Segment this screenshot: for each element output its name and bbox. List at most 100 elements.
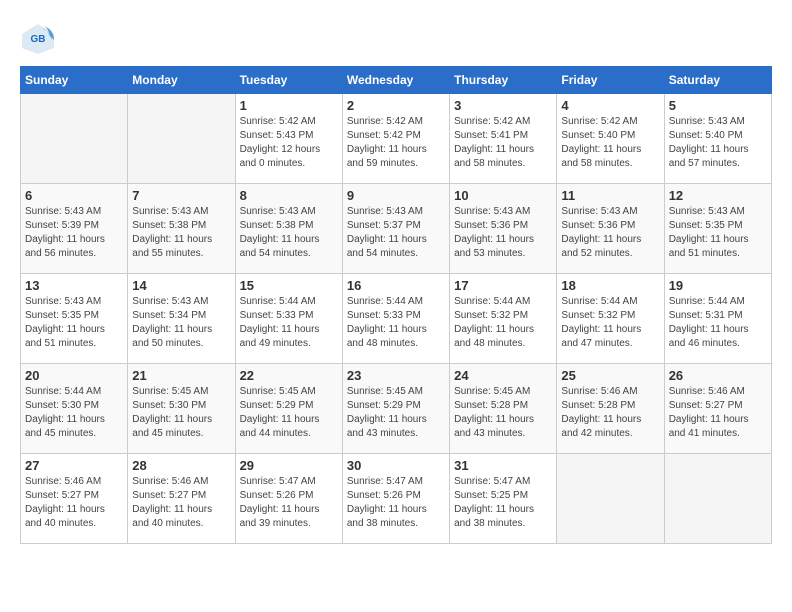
calendar-cell: 1 Sunrise: 5:42 AM Sunset: 5:43 PM Daylig…	[235, 94, 342, 184]
day-number: 30	[347, 458, 445, 473]
day-info: Sunrise: 5:44 AM Sunset: 5:33 PM Dayligh…	[240, 295, 338, 351]
day-number: 6	[25, 188, 123, 203]
day-info: Sunrise: 5:43 AM Sunset: 5:35 PM Dayligh…	[25, 295, 123, 351]
day-info: Sunrise: 5:43 AM Sunset: 5:35 PM Dayligh…	[669, 205, 767, 261]
day-number: 4	[561, 98, 659, 113]
header-friday: Friday	[557, 67, 664, 94]
day-number: 7	[132, 188, 230, 203]
page-header: GB	[20, 20, 772, 56]
day-info: Sunrise: 5:47 AM Sunset: 5:26 PM Dayligh…	[347, 475, 445, 531]
day-info: Sunrise: 5:43 AM Sunset: 5:38 PM Dayligh…	[132, 205, 230, 261]
day-info: Sunrise: 5:46 AM Sunset: 5:27 PM Dayligh…	[132, 475, 230, 531]
day-info: Sunrise: 5:46 AM Sunset: 5:27 PM Dayligh…	[25, 475, 123, 531]
week-row-4: 27 Sunrise: 5:46 AM Sunset: 5:27 PM Dayli…	[21, 454, 772, 544]
svg-text:GB: GB	[31, 34, 46, 45]
week-row-1: 6 Sunrise: 5:43 AM Sunset: 5:39 PM Daylig…	[21, 184, 772, 274]
day-number: 1	[240, 98, 338, 113]
calendar-cell: 6 Sunrise: 5:43 AM Sunset: 5:39 PM Daylig…	[21, 184, 128, 274]
logo-icon: GB	[20, 20, 56, 56]
calendar-cell: 22 Sunrise: 5:45 AM Sunset: 5:29 PM Dayli…	[235, 364, 342, 454]
header-thursday: Thursday	[450, 67, 557, 94]
day-number: 16	[347, 278, 445, 293]
day-info: Sunrise: 5:44 AM Sunset: 5:30 PM Dayligh…	[25, 385, 123, 441]
calendar-cell	[664, 454, 771, 544]
day-number: 29	[240, 458, 338, 473]
day-info: Sunrise: 5:43 AM Sunset: 5:34 PM Dayligh…	[132, 295, 230, 351]
calendar-cell: 30 Sunrise: 5:47 AM Sunset: 5:26 PM Dayli…	[342, 454, 449, 544]
calendar-cell: 25Sunrise: 5:46 AM Sunset: 5:28 PM Dayli…	[557, 364, 664, 454]
calendar-cell: 2Sunrise: 5:42 AM Sunset: 5:42 PM Daylig…	[342, 94, 449, 184]
day-info: Sunrise: 5:43 AM Sunset: 5:40 PM Dayligh…	[669, 115, 767, 171]
calendar-cell: 20 Sunrise: 5:44 AM Sunset: 5:30 PM Dayli…	[21, 364, 128, 454]
day-info: Sunrise: 5:45 AM Sunset: 5:30 PM Dayligh…	[132, 385, 230, 441]
calendar-cell: 4 Sunrise: 5:42 AM Sunset: 5:40 PM Daylig…	[557, 94, 664, 184]
header-sunday: Sunday	[21, 67, 128, 94]
day-info: Sunrise: 5:44 AM Sunset: 5:31 PM Dayligh…	[669, 295, 767, 351]
calendar-cell: 13 Sunrise: 5:43 AM Sunset: 5:35 PM Dayli…	[21, 274, 128, 364]
day-number: 20	[25, 368, 123, 383]
day-number: 28	[132, 458, 230, 473]
day-info: Sunrise: 5:47 AM Sunset: 5:26 PM Dayligh…	[240, 475, 338, 531]
day-info: Sunrise: 5:45 AM Sunset: 5:29 PM Dayligh…	[240, 385, 338, 441]
day-number: 22	[240, 368, 338, 383]
calendar-cell: 28 Sunrise: 5:46 AM Sunset: 5:27 PM Dayli…	[128, 454, 235, 544]
calendar-cell: 10 Sunrise: 5:43 AM Sunset: 5:36 PM Dayli…	[450, 184, 557, 274]
header-tuesday: Tuesday	[235, 67, 342, 94]
day-info: Sunrise: 5:43 AM Sunset: 5:36 PM Dayligh…	[454, 205, 552, 261]
calendar-cell: 18Sunrise: 5:44 AM Sunset: 5:32 PM Dayli…	[557, 274, 664, 364]
day-info: Sunrise: 5:42 AM Sunset: 5:40 PM Dayligh…	[561, 115, 659, 171]
day-info: Sunrise: 5:44 AM Sunset: 5:33 PM Dayligh…	[347, 295, 445, 351]
day-info: Sunrise: 5:42 AM Sunset: 5:42 PM Dayligh…	[347, 115, 445, 171]
day-info: Sunrise: 5:45 AM Sunset: 5:28 PM Dayligh…	[454, 385, 552, 441]
calendar-cell: 7 Sunrise: 5:43 AM Sunset: 5:38 PM Daylig…	[128, 184, 235, 274]
day-number: 13	[25, 278, 123, 293]
calendar-cell: 26 Sunrise: 5:46 AM Sunset: 5:27 PM Dayli…	[664, 364, 771, 454]
week-row-2: 13 Sunrise: 5:43 AM Sunset: 5:35 PM Dayli…	[21, 274, 772, 364]
header-wednesday: Wednesday	[342, 67, 449, 94]
day-number: 26	[669, 368, 767, 383]
day-number: 25	[561, 368, 659, 383]
day-info: Sunrise: 5:42 AM Sunset: 5:41 PM Dayligh…	[454, 115, 552, 171]
calendar-cell: 5 Sunrise: 5:43 AM Sunset: 5:40 PM Daylig…	[664, 94, 771, 184]
day-number: 12	[669, 188, 767, 203]
day-info: Sunrise: 5:46 AM Sunset: 5:27 PM Dayligh…	[669, 385, 767, 441]
calendar-cell	[21, 94, 128, 184]
day-number: 31	[454, 458, 552, 473]
day-number: 14	[132, 278, 230, 293]
calendar-cell: 29 Sunrise: 5:47 AM Sunset: 5:26 PM Dayli…	[235, 454, 342, 544]
calendar-cell: 3 Sunrise: 5:42 AM Sunset: 5:41 PM Daylig…	[450, 94, 557, 184]
calendar-cell: 15 Sunrise: 5:44 AM Sunset: 5:33 PM Dayli…	[235, 274, 342, 364]
calendar-cell: 17 Sunrise: 5:44 AM Sunset: 5:32 PM Dayli…	[450, 274, 557, 364]
calendar-cell: 14 Sunrise: 5:43 AM Sunset: 5:34 PM Dayli…	[128, 274, 235, 364]
day-info: Sunrise: 5:43 AM Sunset: 5:37 PM Dayligh…	[347, 205, 445, 261]
day-info: Sunrise: 5:45 AM Sunset: 5:29 PM Dayligh…	[347, 385, 445, 441]
day-number: 5	[669, 98, 767, 113]
day-info: Sunrise: 5:43 AM Sunset: 5:39 PM Dayligh…	[25, 205, 123, 261]
day-info: Sunrise: 5:43 AM Sunset: 5:36 PM Dayligh…	[561, 205, 659, 261]
day-number: 27	[25, 458, 123, 473]
week-row-0: 1 Sunrise: 5:42 AM Sunset: 5:43 PM Daylig…	[21, 94, 772, 184]
week-row-3: 20 Sunrise: 5:44 AM Sunset: 5:30 PM Dayli…	[21, 364, 772, 454]
day-number: 23	[347, 368, 445, 383]
day-info: Sunrise: 5:44 AM Sunset: 5:32 PM Dayligh…	[454, 295, 552, 351]
header-monday: Monday	[128, 67, 235, 94]
day-number: 17	[454, 278, 552, 293]
day-number: 15	[240, 278, 338, 293]
day-number: 8	[240, 188, 338, 203]
day-number: 21	[132, 368, 230, 383]
day-number: 3	[454, 98, 552, 113]
calendar-cell: 16 Sunrise: 5:44 AM Sunset: 5:33 PM Dayli…	[342, 274, 449, 364]
day-number: 24	[454, 368, 552, 383]
header-saturday: Saturday	[664, 67, 771, 94]
calendar-cell: 12 Sunrise: 5:43 AM Sunset: 5:35 PM Dayli…	[664, 184, 771, 274]
calendar-cell: 21 Sunrise: 5:45 AM Sunset: 5:30 PM Dayli…	[128, 364, 235, 454]
calendar-cell: 19 Sunrise: 5:44 AM Sunset: 5:31 PM Dayli…	[664, 274, 771, 364]
day-number: 10	[454, 188, 552, 203]
day-number: 19	[669, 278, 767, 293]
calendar-cell: 8Sunrise: 5:43 AM Sunset: 5:38 PM Daylig…	[235, 184, 342, 274]
calendar-table: SundayMondayTuesdayWednesdayThursdayFrid…	[20, 66, 772, 544]
calendar-cell: 23 Sunrise: 5:45 AM Sunset: 5:29 PM Dayli…	[342, 364, 449, 454]
day-info: Sunrise: 5:42 AM Sunset: 5:43 PM Dayligh…	[240, 115, 338, 171]
calendar-cell: 9Sunrise: 5:43 AM Sunset: 5:37 PM Daylig…	[342, 184, 449, 274]
header-row: SundayMondayTuesdayWednesdayThursdayFrid…	[21, 67, 772, 94]
